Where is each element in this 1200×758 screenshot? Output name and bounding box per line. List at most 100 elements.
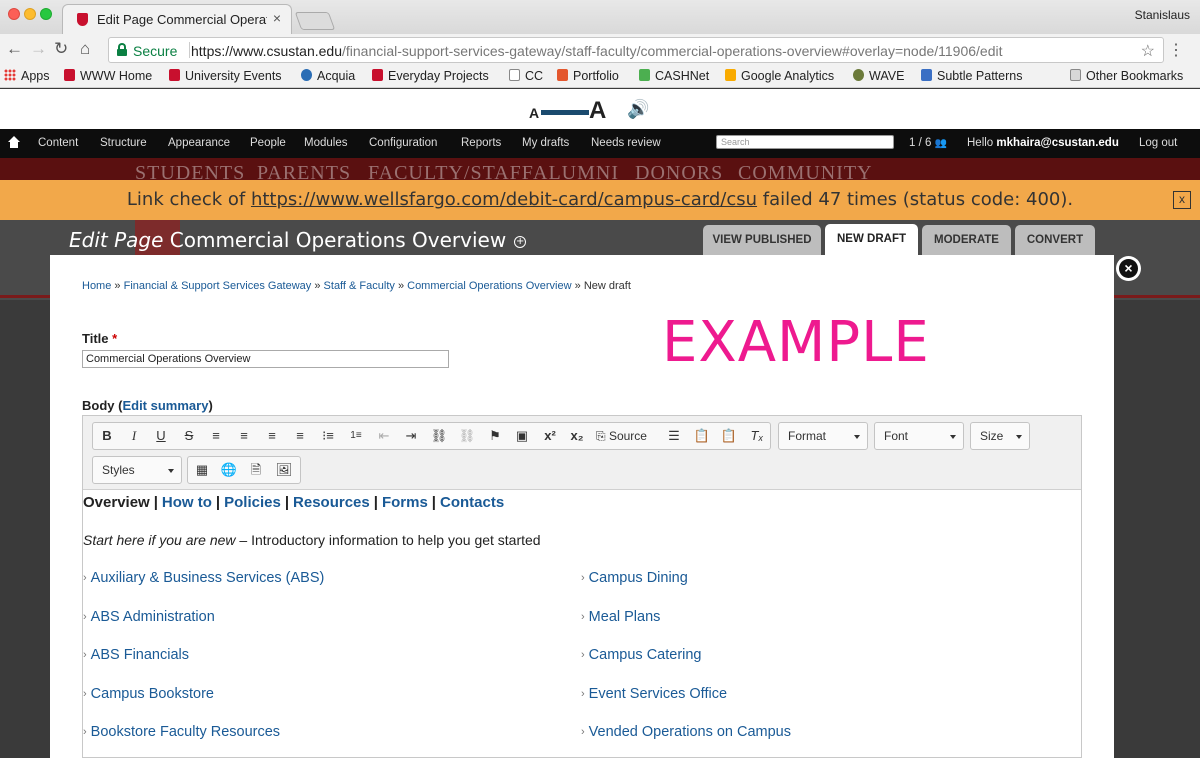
tab-convert[interactable]: CONVERT: [1015, 225, 1095, 255]
bookmark-everyday-projects[interactable]: Everyday Projects: [372, 69, 489, 83]
size-dropdown[interactable]: Size: [970, 422, 1030, 450]
list-link-event-services[interactable]: › Event Services Office: [581, 686, 727, 702]
tab-close-icon[interactable]: ×: [273, 10, 281, 26]
bookmark-acquia[interactable]: Acquia: [301, 69, 355, 83]
home-icon[interactable]: ⌂: [80, 39, 90, 59]
editor-content[interactable]: Overview | How to | Policies | Resources | Forms…: [83, 490, 1081, 757]
list-link-abs-financials[interactable]: › ABS Financials: [83, 647, 189, 663]
list-link-meal-plans[interactable]: › Meal Plans: [581, 609, 660, 625]
menu-dots-icon[interactable]: ⋮: [1168, 40, 1184, 60]
admin-search-input[interactable]: Search: [716, 135, 894, 149]
anchor-flag-icon[interactable]: ⚑: [485, 428, 505, 444]
tab-moderate[interactable]: MODERATE: [922, 225, 1011, 255]
subscript-icon[interactable]: x₂: [567, 428, 587, 444]
admin-link-modules[interactable]: Modules: [304, 137, 347, 149]
bookmark-star-icon[interactable]: ☆: [1141, 41, 1155, 61]
paste-text-icon[interactable]: 📋: [692, 428, 712, 444]
tab-new-draft[interactable]: NEW DRAFT: [825, 224, 918, 255]
admin-home-icon[interactable]: [8, 136, 20, 148]
list-link-campus-dining[interactable]: › Campus Dining: [581, 570, 688, 586]
content-nav-policies[interactable]: Policies: [224, 494, 281, 511]
document-icon[interactable]: 🗎: [246, 462, 266, 478]
edit-summary-link[interactable]: Edit summary: [122, 398, 208, 413]
bold-icon[interactable]: B: [97, 428, 117, 444]
text-size-small[interactable]: A: [529, 105, 539, 121]
forward-arrow-icon[interactable]: →: [30, 39, 47, 59]
align-left-icon[interactable]: ≡: [206, 428, 226, 444]
content-nav-contacts[interactable]: Contacts: [440, 494, 504, 511]
source-button[interactable]: ⎘ Source: [596, 428, 656, 444]
admin-link-appearance[interactable]: Appearance: [168, 137, 230, 149]
content-nav-forms[interactable]: Forms: [382, 494, 428, 511]
close-window-button[interactable]: [8, 8, 20, 20]
list-link-abs[interactable]: › Auxiliary & Business Services (ABS): [83, 570, 324, 586]
breadcrumb-staff-faculty[interactable]: Staff & Faculty: [324, 280, 395, 292]
list-link-abs-admin[interactable]: › ABS Administration: [83, 609, 215, 625]
text-size-slider[interactable]: [541, 110, 589, 115]
text-size-large[interactable]: A: [589, 97, 606, 125]
bookmark-university-events[interactable]: University Events: [169, 69, 282, 83]
italic-icon[interactable]: I: [124, 428, 144, 444]
indent-icon[interactable]: ⇥: [401, 428, 421, 444]
bookmark-cc[interactable]: CC: [509, 69, 543, 83]
bookmark-portfolio[interactable]: Portfolio: [557, 69, 619, 83]
logout-link[interactable]: Log out: [1139, 137, 1177, 149]
list-link-bookstore[interactable]: › Campus Bookstore: [83, 686, 214, 702]
format-dropdown[interactable]: Format: [778, 422, 868, 450]
superscript-icon[interactable]: x²: [540, 428, 560, 444]
admin-username[interactable]: mkhaira@csustan.edu: [996, 137, 1118, 149]
align-center-icon[interactable]: ≡: [234, 428, 254, 444]
breadcrumb-home[interactable]: Home: [82, 280, 111, 292]
admin-link-reports[interactable]: Reports: [461, 137, 501, 149]
zoom-window-button[interactable]: [40, 8, 52, 20]
font-dropdown[interactable]: Font: [874, 422, 964, 450]
bookmark-subtle-patterns[interactable]: Subtle Patterns: [921, 69, 1022, 83]
content-nav-how-to[interactable]: How to: [162, 494, 212, 511]
bookmark-cashnet[interactable]: CASHNet: [639, 69, 709, 83]
breadcrumb-commercial-operations[interactable]: Commercial Operations Overview: [407, 280, 571, 292]
admin-link-my-drafts[interactable]: My drafts: [522, 137, 569, 149]
list-link-vended-operations[interactable]: › Vended Operations on Campus: [581, 724, 791, 740]
link-icon[interactable]: ⛓: [429, 428, 449, 444]
align-right-icon[interactable]: ≡: [262, 428, 282, 444]
bulleted-list-icon[interactable]: ⁝≡: [318, 428, 338, 444]
remove-format-icon[interactable]: Tₓ: [747, 428, 767, 444]
address-bar[interactable]: Secure https://www.csustan.edu/financial…: [108, 37, 1164, 63]
bookmark-wave[interactable]: WAVE: [853, 69, 904, 83]
profile-name[interactable]: Stanislaus: [1135, 8, 1190, 22]
numbered-list-icon[interactable]: 1≡: [346, 428, 366, 444]
bookmark-www-home[interactable]: WWW Home: [64, 69, 152, 83]
strikethrough-icon[interactable]: S: [179, 428, 199, 444]
bookmark-apps[interactable]: Apps: [4, 69, 50, 83]
globe-icon[interactable]: 🌐: [219, 462, 239, 478]
image-icon[interactable]: ▣: [512, 428, 532, 444]
media-icon[interactable]: 🖼: [274, 462, 294, 478]
speaker-icon[interactable]: 🔊: [627, 99, 649, 120]
horizontal-rule-icon[interactable]: ☰: [664, 428, 684, 444]
tab-view-published[interactable]: VIEW PUBLISHED: [703, 225, 821, 255]
browser-tab[interactable]: Edit Page Commercial Operati ×: [62, 4, 292, 34]
justify-icon[interactable]: ≡: [290, 428, 310, 444]
title-input[interactable]: [82, 350, 449, 368]
warning-link[interactable]: https://www.wellsfargo.com/debit-card/ca…: [251, 189, 757, 210]
url-text[interactable]: https://www.csustan.edu/financial-suppor…: [191, 43, 1003, 59]
admin-link-people[interactable]: People: [250, 137, 286, 149]
breadcrumb-financial-support[interactable]: Financial & Support Services Gateway: [124, 280, 312, 292]
admin-link-configuration[interactable]: Configuration: [369, 137, 437, 149]
outdent-icon[interactable]: ⇤: [374, 428, 394, 444]
overlay-close-button[interactable]: ×: [1116, 256, 1141, 281]
admin-link-content[interactable]: Content: [38, 137, 78, 149]
bookmark-other[interactable]: Other Bookmarks: [1070, 69, 1183, 83]
admin-link-structure[interactable]: Structure: [100, 137, 147, 149]
styles-dropdown[interactable]: Styles: [92, 456, 182, 484]
table-icon[interactable]: ▦: [192, 462, 212, 478]
new-tab-button[interactable]: [294, 12, 336, 30]
list-link-campus-catering[interactable]: › Campus Catering: [581, 647, 702, 663]
paste-word-icon[interactable]: 📋: [719, 428, 739, 444]
underline-icon[interactable]: U: [151, 428, 171, 444]
back-arrow-icon[interactable]: ←: [6, 39, 23, 59]
unlink-icon[interactable]: ⛓: [457, 428, 477, 444]
admin-link-needs-review[interactable]: Needs review: [591, 137, 661, 149]
minimize-window-button[interactable]: [24, 8, 36, 20]
content-nav-resources[interactable]: Resources: [293, 494, 370, 511]
